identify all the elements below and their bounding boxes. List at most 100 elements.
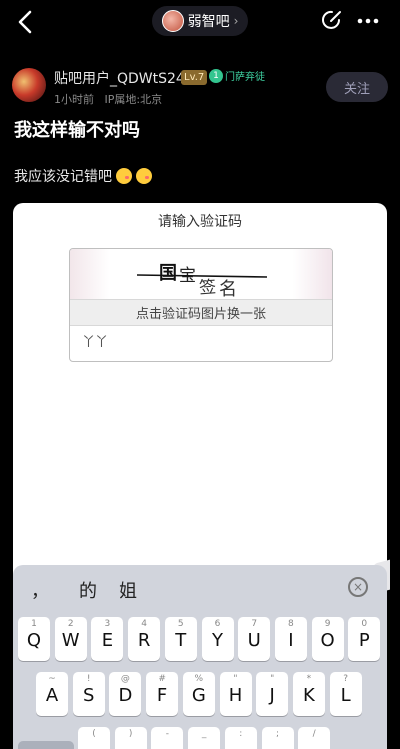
post-author-header: 贴吧用户_QDWtS24 Lv.7 1 门萨弃徒 1小时前 IP属地:北京 关注 xyxy=(0,62,400,112)
key-secondary-label: : xyxy=(239,729,243,739)
top-bar: 弱智吧 › xyxy=(0,0,400,44)
more-options-icon[interactable] xyxy=(356,17,380,25)
key-row3-5[interactable]: ; xyxy=(261,727,294,749)
key-label: Y xyxy=(212,630,223,651)
key-secondary-label: ; xyxy=(275,729,280,739)
key-label: S xyxy=(82,685,95,706)
forum-avatar xyxy=(161,10,184,32)
key-secondary-label: - xyxy=(165,729,170,739)
key-l[interactable]: ? L xyxy=(329,672,362,716)
candidate-2[interactable]: 的 xyxy=(79,577,97,603)
key-secondary-label: 4 xyxy=(141,619,147,629)
key-row3-2[interactable]: - xyxy=(151,727,184,749)
key-u[interactable]: 7U xyxy=(238,617,271,661)
key-secondary-label: ? xyxy=(343,674,348,684)
ip-location: IP属地:北京 xyxy=(104,93,163,106)
candidate-1[interactable]: ， xyxy=(31,577,49,603)
key-s[interactable]: ! S xyxy=(72,672,105,716)
post-title: 我这样输不对吗 xyxy=(14,120,140,141)
key-g[interactable]: % G xyxy=(182,672,215,716)
edit-icon[interactable] xyxy=(321,9,343,31)
key-p[interactable]: 0P xyxy=(348,617,381,661)
key-label: R xyxy=(137,630,151,651)
forum-name-pill[interactable]: 弱智吧 › xyxy=(152,6,248,36)
key-secondary-label: ! xyxy=(86,674,91,684)
key-secondary-label: @ xyxy=(120,674,130,684)
diamond-icon: 1 xyxy=(209,68,223,83)
thinking-emoji-icon xyxy=(136,168,152,184)
dialog-title: 请输入验证码 xyxy=(158,214,242,230)
captcha-refresh-link[interactable]: 点击验证码图片换一张 xyxy=(70,299,332,326)
key-row3-0[interactable]: ( xyxy=(78,727,110,749)
key-secondary-label: 7 xyxy=(251,619,258,629)
captcha-image-area[interactable]: 国 宝 签 名 xyxy=(70,249,332,299)
key-secondary-label: 2 xyxy=(67,619,74,629)
post-meta: 1小时前 IP属地:北京 xyxy=(54,91,162,107)
key-h[interactable]: " H xyxy=(219,672,252,716)
svg-text:签: 签 xyxy=(198,277,216,297)
key-secondary-label: # xyxy=(158,674,166,684)
key-w[interactable]: 2W xyxy=(54,617,87,661)
key-label: J xyxy=(269,685,275,706)
key-k[interactable]: * K xyxy=(292,672,325,716)
captcha-input[interactable]: 丫丫 xyxy=(70,326,332,360)
candidate-bar: ， 的 姐 × xyxy=(13,565,387,609)
key-label: W xyxy=(61,630,80,651)
key-i[interactable]: 8I xyxy=(274,617,307,661)
key-d[interactable]: @ D xyxy=(109,672,142,716)
key-r[interactable]: 4R xyxy=(128,617,161,661)
key-secondary-label: / xyxy=(312,729,316,739)
key-label: Q xyxy=(26,630,42,651)
key-label: A xyxy=(45,685,59,706)
key-t[interactable]: 5T xyxy=(164,617,197,661)
key-secondary-label: % xyxy=(194,674,204,684)
key-f[interactable]: # F xyxy=(146,672,179,716)
key-secondary-label: 3 xyxy=(104,619,111,629)
key-row3-3[interactable]: _ xyxy=(188,727,221,749)
captcha-box: 国 宝 签 名 点击验证码图片换一张 丫丫 xyxy=(69,248,333,362)
segment-key[interactable]: 分词 xyxy=(18,741,74,749)
follow-button[interactable]: 关注 xyxy=(326,72,388,102)
key-o[interactable]: 9O xyxy=(311,617,344,661)
key-label: E xyxy=(101,630,114,651)
key-q[interactable]: 1Q xyxy=(18,617,50,661)
key-secondary-label: 1 xyxy=(31,619,37,629)
key-secondary-label: " xyxy=(233,674,238,684)
kiss-emoji-icon xyxy=(116,168,132,184)
svg-text:名: 名 xyxy=(219,279,237,297)
key-label: U xyxy=(247,630,261,651)
key-secondary-label: 5 xyxy=(177,619,184,629)
captcha-image[interactable]: 国 宝 签 名 xyxy=(107,253,294,297)
key-secondary-label: ~ xyxy=(48,674,56,684)
close-icon[interactable]: × xyxy=(348,577,368,597)
key-row3-4[interactable]: : xyxy=(224,727,257,749)
chevron-right-icon: › xyxy=(233,14,239,28)
medal-label: 门萨弃徒 xyxy=(225,72,265,83)
key-label: D xyxy=(118,685,133,706)
key-a[interactable]: ~ A xyxy=(36,672,68,716)
key-row3-1[interactable]: ) xyxy=(114,727,147,749)
key-y[interactable]: 6Y xyxy=(201,617,234,661)
key-secondary-label: ( xyxy=(92,729,96,739)
captcha-dialog: 请输入验证码 国 宝 签 名 点击验证码图片换一张 丫丫 xyxy=(13,203,387,583)
avatar[interactable] xyxy=(12,68,46,102)
key-e[interactable]: 3E xyxy=(91,617,124,661)
key-secondary-label: 8 xyxy=(288,619,294,629)
key-label: L xyxy=(340,685,351,706)
key-label: O xyxy=(320,630,335,651)
level-badge: Lv.7 xyxy=(181,70,208,85)
back-arrow-icon[interactable] xyxy=(14,8,38,36)
key-secondary-label: ) xyxy=(128,729,133,739)
key-label: P xyxy=(358,630,370,651)
key-secondary-label: 9 xyxy=(324,619,331,629)
medal-badge: 1 门萨弃徒 xyxy=(209,68,265,83)
forum-name: 弱智吧 xyxy=(187,14,230,30)
key-j[interactable]: " J xyxy=(256,672,289,716)
ime-keyboard: ， 的 姐 × 1Q2W3E4R5T6Y7U8I9O0P ~ A! S @ D # F% G "… xyxy=(13,565,387,749)
candidate-3[interactable]: 姐 xyxy=(119,577,137,603)
key-label: G xyxy=(191,685,206,706)
username[interactable]: 贴吧用户_QDWtS24 xyxy=(54,68,185,88)
key-secondary-label: 6 xyxy=(214,619,221,629)
key-row3-6[interactable]: / xyxy=(298,727,331,749)
post-time: 1小时前 xyxy=(54,93,94,106)
